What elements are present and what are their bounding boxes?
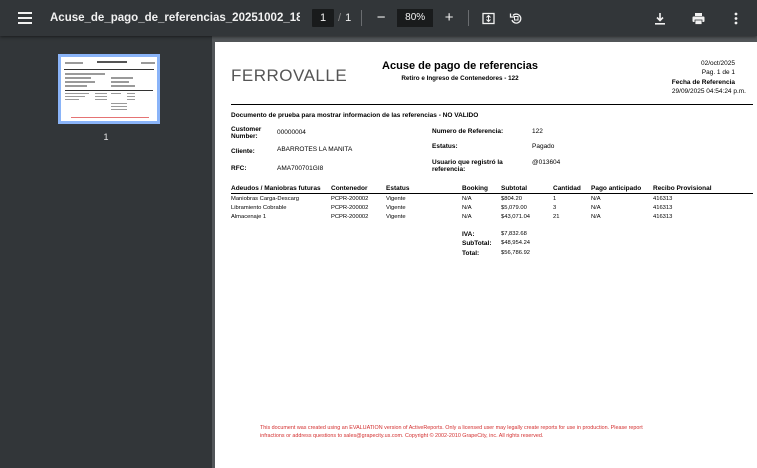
- page-separator: /: [338, 12, 342, 24]
- header-divider: [231, 104, 753, 105]
- report-title: Acuse de pago de referencias: [382, 60, 538, 72]
- numero-referencia-value: 122: [532, 128, 543, 135]
- rfc-value: AMA700701GI8: [277, 165, 324, 172]
- document-note: Documento de prueba para mostrar informa…: [231, 112, 479, 119]
- cliente-label: Cliente:: [231, 148, 255, 155]
- page-total: 1: [345, 12, 352, 24]
- col-booking: Booking: [462, 185, 488, 192]
- numero-referencia-label: Numero de Referencia:: [432, 128, 504, 135]
- cell-booking: N/A: [462, 214, 472, 220]
- document-viewer[interactable]: FERROVALLE Acuse de pago de referencias …: [212, 36, 757, 468]
- customer-number-label-line2: Number:: [231, 133, 258, 140]
- document-title: Acuse_de_pago_de_referencias_20251002_18…: [50, 12, 300, 24]
- zoom-level-input[interactable]: 80%: [397, 9, 434, 27]
- col-adeudos: Adeudos / Maniobras futuras: [231, 185, 321, 192]
- zoom-out-button[interactable]: −: [372, 10, 390, 26]
- cell-adeudo: Almacenaje 1: [231, 214, 267, 220]
- cell-pago: N/A: [591, 214, 601, 220]
- reference-date-value: 29/09/2025 04:54:24 p.m.: [671, 88, 746, 95]
- usuario-label-line2: referencia:: [432, 166, 466, 173]
- cell-adeudo: Libramiento Cobrable: [231, 205, 287, 211]
- col-pago-anticipado: Pago anticipado: [591, 185, 642, 192]
- toolbar-actions: [643, 0, 757, 36]
- report-date: 02/oct/2025: [701, 60, 735, 67]
- company-logo: FERROVALLE: [231, 66, 348, 85]
- evaluation-notice: This document was created using an EVALU…: [260, 425, 740, 440]
- rotate-icon[interactable]: [509, 11, 523, 25]
- pdf-page: FERROVALLE Acuse de pago de referencias …: [215, 42, 757, 468]
- cell-cantidad: 3: [553, 205, 557, 211]
- reference-date-label: Fecha de Referencia: [671, 79, 735, 86]
- page-number-input[interactable]: 1: [312, 9, 334, 27]
- col-subtotal: Subtotal: [501, 185, 527, 192]
- cell-cantidad: 21: [553, 214, 560, 220]
- cell-subtotal: $5,079.00: [501, 205, 527, 211]
- customer-number-label-line1: Customer: [231, 126, 262, 133]
- usuario-label-line1: Usuario que registró la: [432, 159, 503, 166]
- cell-recibo: 416313: [653, 214, 673, 220]
- customer-number-value: 00000004: [277, 129, 306, 136]
- cell-pago: N/A: [591, 205, 601, 211]
- page-indicator: 1 / 1: [312, 9, 351, 27]
- iva-value: $7,832.68: [501, 231, 527, 237]
- cell-pago: N/A: [591, 196, 601, 202]
- cell-subtotal: $43,071.04: [501, 214, 531, 220]
- page-thumbnail[interactable]: [58, 54, 160, 124]
- subtotal-value: $48,954.24: [501, 240, 531, 246]
- total-label: Total:: [462, 250, 480, 257]
- download-icon[interactable]: [653, 11, 667, 25]
- subtotal-label: SubTotal:: [462, 240, 492, 247]
- total-value: $56,786.92: [501, 250, 531, 256]
- cell-booking: N/A: [462, 196, 472, 202]
- estatus-label: Estatus:: [432, 143, 458, 150]
- evaluation-notice-line2: infractions or address questions to sale…: [260, 432, 544, 439]
- cell-cantidad: 1: [553, 196, 557, 202]
- print-icon[interactable]: [691, 11, 705, 25]
- toolbar-divider: [361, 10, 363, 26]
- cell-contenedor: PCPR-200002: [331, 196, 369, 202]
- col-estatus: Estatus: [386, 185, 410, 192]
- more-options-icon[interactable]: [729, 11, 743, 25]
- cell-adeudo: Maniobras Carga-Descarg: [231, 196, 299, 202]
- cell-estatus: Vigente: [386, 214, 406, 220]
- thumbnail-sidebar: 1: [0, 36, 212, 468]
- thumbnail-page-number: 1: [103, 132, 109, 142]
- cell-recibo: 416313: [653, 196, 673, 202]
- report-page-label: Pag. 1 de 1: [701, 69, 735, 76]
- col-cantidad: Cantidad: [553, 185, 581, 192]
- table-header-divider: [231, 193, 753, 194]
- estatus-value: Pagado: [532, 143, 555, 150]
- cell-booking: N/A: [462, 205, 472, 211]
- menu-icon[interactable]: [18, 12, 32, 24]
- toolbar-divider: [468, 10, 470, 26]
- cell-estatus: Vigente: [386, 205, 406, 211]
- cliente-value: ABARROTES LA MANITA: [277, 146, 353, 153]
- report-subtitle: Retiro e Ingreso de Contenedores - 122: [401, 75, 519, 82]
- iva-label: IVA:: [462, 231, 475, 238]
- cell-estatus: Vigente: [386, 196, 406, 202]
- zoom-in-button[interactable]: +: [440, 10, 458, 26]
- usuario-value: @013604: [532, 159, 561, 166]
- fit-page-icon[interactable]: [481, 11, 495, 25]
- cell-recibo: 416313: [653, 205, 673, 211]
- rfc-label: RFC:: [231, 165, 247, 172]
- evaluation-notice-line1: This document was created using an EVALU…: [260, 425, 643, 431]
- cell-contenedor: PCPR-200002: [331, 205, 369, 211]
- cell-subtotal: $804.20: [501, 196, 522, 202]
- pdf-toolbar: Acuse_de_pago_de_referencias_20251002_18…: [0, 0, 757, 36]
- col-recibo-provisional: Recibo Provisional: [653, 185, 712, 192]
- col-contenedor: Contenedor: [331, 185, 368, 192]
- cell-contenedor: PCPR-200002: [331, 214, 369, 220]
